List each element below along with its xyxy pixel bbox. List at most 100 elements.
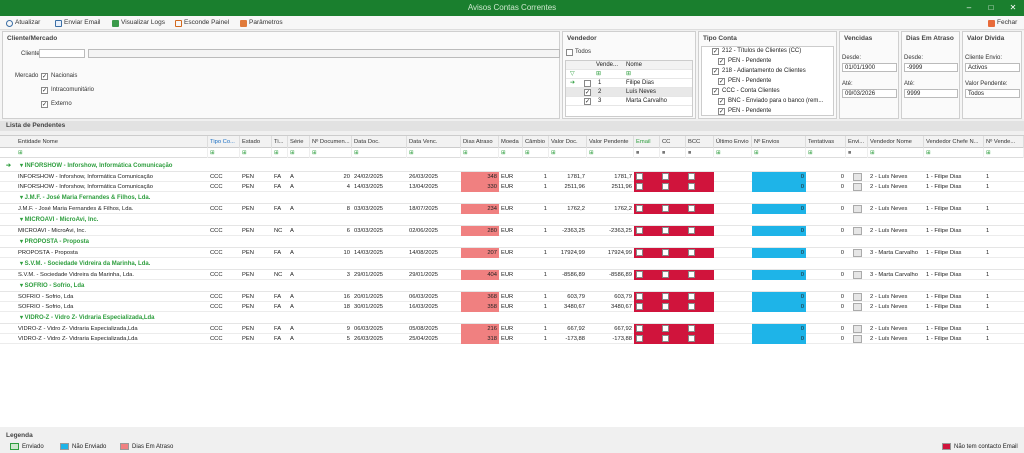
- table-row[interactable]: INFORSHOW - Inforshow, Informática Comun…: [0, 182, 1024, 192]
- column-filter[interactable]: ⊞: [352, 148, 407, 158]
- cliente-code-input[interactable]: [39, 49, 85, 58]
- email-checkbox[interactable]: [662, 205, 669, 212]
- email-checkbox[interactable]: [636, 183, 643, 190]
- column-header[interactable]: Tipo Co...: [208, 136, 240, 148]
- column-header[interactable]: Estado: [240, 136, 272, 148]
- column-filter[interactable]: ⊞: [924, 148, 984, 158]
- vendedor-row[interactable]: ✓ 3 Marta Carvalho: [566, 97, 692, 106]
- atraso-desde-input[interactable]: -9999: [904, 63, 958, 72]
- group-row[interactable]: ▾ J.M.F. - José Maria Fernandes & Filhos…: [0, 192, 1024, 204]
- email-checkbox[interactable]: [662, 173, 669, 180]
- vendedor-row-checkbox[interactable]: ✓: [584, 98, 591, 105]
- mercado-externo-checkbox[interactable]: ✓: [41, 101, 48, 108]
- column-filter[interactable]: ⊞: [499, 148, 523, 158]
- vendedor-todos-checkbox[interactable]: [566, 49, 573, 56]
- column-header[interactable]: Data Doc.: [352, 136, 407, 148]
- column-header[interactable]: CC: [660, 136, 686, 148]
- email-checkbox[interactable]: [662, 303, 669, 310]
- email-checkbox[interactable]: [688, 325, 695, 332]
- email-checkbox[interactable]: [662, 249, 669, 256]
- column-filter[interactable]: ⊞: [587, 148, 634, 158]
- vendedor-row[interactable]: ➔ 1 Filipe Dias: [566, 79, 692, 88]
- table-row[interactable]: MICROAVI - MicroAvi, Inc. CCC PEN NC A 6 03/03…: [0, 226, 1024, 236]
- email-checkbox[interactable]: [636, 293, 643, 300]
- email-checkbox[interactable]: [636, 325, 643, 332]
- table-row[interactable]: SOFRIO - Sofrio, Lda CCC PEN FA A 16 20/01/202…: [0, 292, 1024, 302]
- email-checkbox[interactable]: [636, 249, 643, 256]
- valor-pendente-select[interactable]: Todos: [965, 89, 1020, 98]
- send-checkbox[interactable]: [853, 303, 862, 311]
- email-checkbox[interactable]: [688, 271, 695, 278]
- vendedor-grid-filter[interactable]: ▽ ⊞ ⊞: [566, 70, 692, 79]
- email-checkbox[interactable]: [688, 335, 695, 342]
- column-filter[interactable]: ⊞: [272, 148, 288, 158]
- column-header[interactable]: Tentativas: [806, 136, 846, 148]
- group-row[interactable]: ➔ ▾ INFORSHOW - Inforshow, Informática Co…: [0, 160, 1024, 172]
- email-checkbox[interactable]: [688, 183, 695, 190]
- column-filter[interactable]: ⊞: [806, 148, 846, 158]
- send-checkbox[interactable]: [853, 271, 862, 279]
- group-row[interactable]: ▾ PROPOSTA - Proposta: [0, 236, 1024, 248]
- vendedor-row-checkbox[interactable]: [584, 80, 591, 87]
- column-filter[interactable]: ■: [660, 148, 686, 158]
- email-checkbox[interactable]: [662, 335, 669, 342]
- send-checkbox[interactable]: [853, 173, 862, 181]
- send-checkbox[interactable]: [853, 227, 862, 235]
- table-row[interactable]: PROPOSTA - Proposta CCC PEN FA A 10 14/03/2025…: [0, 248, 1024, 258]
- table-row[interactable]: VIDRO-Z - Vidro Z- Vidraria Especializad…: [0, 324, 1024, 334]
- table-row[interactable]: INFORSHOW - Inforshow, Informática Comun…: [0, 172, 1024, 182]
- column-filter[interactable]: ⊞: [16, 148, 208, 158]
- column-header[interactable]: Valor Doc.: [549, 136, 587, 148]
- email-checkbox[interactable]: [688, 227, 695, 234]
- cliente-name-input[interactable]: [88, 49, 560, 58]
- table-row[interactable]: SOFRIO - Sofrio, Lda CCC PEN FA A 18 30/01/202…: [0, 302, 1024, 312]
- send-checkbox[interactable]: [853, 293, 862, 301]
- column-header[interactable]: Nº Envios: [752, 136, 806, 148]
- column-header[interactable]: Email: [634, 136, 660, 148]
- group-row[interactable]: ▾ SOFRIO - Sofrio, Lda: [0, 280, 1024, 292]
- group-row[interactable]: ▾ S.V.M. - Sociedade Vidreira da Marinha…: [0, 258, 1024, 270]
- email-checkbox[interactable]: [662, 325, 669, 332]
- send-checkbox[interactable]: [853, 325, 862, 333]
- column-header[interactable]: Câmbio: [523, 136, 549, 148]
- group-row[interactable]: ▾ VIDRO-Z - Vidro Z- Vidraria Especializ…: [0, 312, 1024, 324]
- email-checkbox[interactable]: [662, 183, 669, 190]
- column-header[interactable]: Dias Atraso: [461, 136, 499, 148]
- column-filter[interactable]: ⊞: [868, 148, 924, 158]
- send-checkbox[interactable]: [853, 249, 862, 257]
- send-checkbox[interactable]: [853, 183, 862, 191]
- vendedor-row[interactable]: ✓ 2 Luís Neves: [566, 88, 692, 97]
- minimize-button[interactable]: –: [958, 0, 980, 16]
- column-filter[interactable]: ⊞: [984, 148, 1024, 158]
- vencidas-desde-input[interactable]: 01/01/1900: [842, 63, 897, 72]
- cliente-envio-select[interactable]: Activos: [965, 63, 1020, 72]
- column-filter[interactable]: ⊞: [240, 148, 272, 158]
- email-checkbox[interactable]: [688, 303, 695, 310]
- column-header[interactable]: Envi...: [846, 136, 868, 148]
- column-header[interactable]: Moeda: [499, 136, 523, 148]
- email-checkbox[interactable]: [636, 227, 643, 234]
- parameters-button[interactable]: Parâmetros: [240, 18, 283, 28]
- mercado-nacionais-checkbox[interactable]: ✓: [41, 73, 48, 80]
- mercado-intra-checkbox[interactable]: ✓: [41, 87, 48, 94]
- email-checkbox[interactable]: [688, 293, 695, 300]
- column-filter[interactable]: ⊞: [523, 148, 549, 158]
- maximize-button[interactable]: □: [980, 0, 1002, 16]
- email-checkbox[interactable]: [662, 227, 669, 234]
- email-checkbox[interactable]: [662, 271, 669, 278]
- email-checkbox[interactable]: [688, 249, 695, 256]
- column-header[interactable]: Vendedor Nome: [868, 136, 924, 148]
- column-filter[interactable]: ⊞: [461, 148, 499, 158]
- email-checkbox[interactable]: [636, 271, 643, 278]
- email-checkbox[interactable]: [636, 335, 643, 342]
- column-filter[interactable]: ⊞: [407, 148, 461, 158]
- table-row[interactable]: VIDRO-Z - Vidro Z- Vidraria Especializad…: [0, 334, 1024, 344]
- column-header[interactable]: Ti...: [272, 136, 288, 148]
- fechar-button[interactable]: Fechar: [988, 18, 1017, 28]
- column-header[interactable]: Entidade Nome: [16, 136, 208, 148]
- send-email-button[interactable]: Enviar Email: [55, 18, 100, 28]
- atraso-ate-input[interactable]: 9999: [904, 89, 958, 98]
- view-logs-button[interactable]: Visualizar Logs: [112, 18, 165, 28]
- email-checkbox[interactable]: [688, 173, 695, 180]
- email-checkbox[interactable]: [636, 173, 643, 180]
